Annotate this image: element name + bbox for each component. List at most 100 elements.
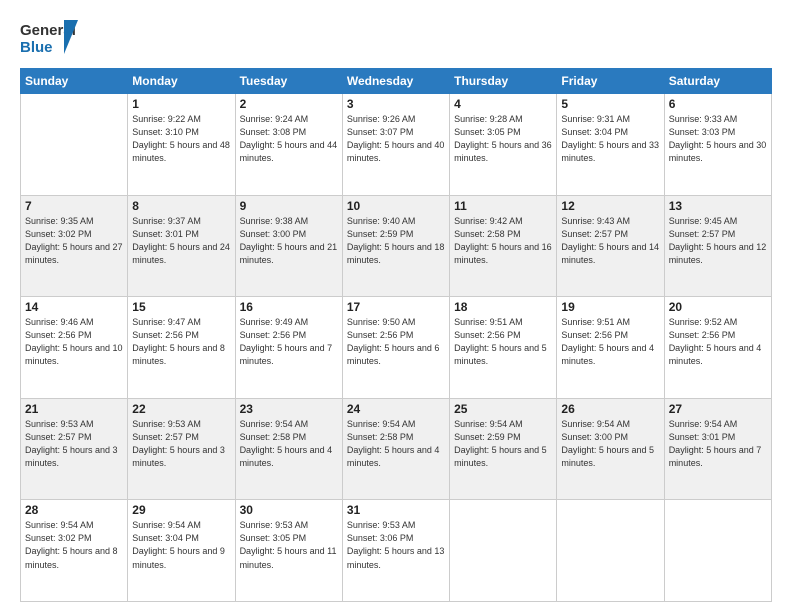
calendar-day-cell: 11 Sunrise: 9:42 AM Sunset: 2:58 PM Dayli… xyxy=(450,195,557,297)
day-info: Sunrise: 9:53 AM Sunset: 3:06 PM Dayligh… xyxy=(347,519,445,571)
calendar-day-cell: 26 Sunrise: 9:54 AM Sunset: 3:00 PM Dayli… xyxy=(557,398,664,500)
calendar-day-cell: 8 Sunrise: 9:37 AM Sunset: 3:01 PM Daylig… xyxy=(128,195,235,297)
calendar-day-cell: 7Sunrise: 9:35 AM Sunset: 3:02 PM Daylig… xyxy=(21,195,128,297)
day-info: Sunrise: 9:40 AM Sunset: 2:59 PM Dayligh… xyxy=(347,215,445,267)
logo-svg: GeneralBlue xyxy=(20,18,85,58)
day-info: Sunrise: 9:42 AM Sunset: 2:58 PM Dayligh… xyxy=(454,215,552,267)
calendar-day-cell: 1 Sunrise: 9:22 AM Sunset: 3:10 PM Daylig… xyxy=(128,94,235,196)
calendar-day-cell: 3 Sunrise: 9:26 AM Sunset: 3:07 PM Daylig… xyxy=(342,94,449,196)
day-number: 3 xyxy=(347,97,445,111)
weekday-header-tuesday: Tuesday xyxy=(235,69,342,94)
calendar-day-cell: 4Sunrise: 9:28 AM Sunset: 3:05 PM Daylig… xyxy=(450,94,557,196)
day-number: 2 xyxy=(240,97,338,111)
calendar-day-cell: 20 Sunrise: 9:52 AM Sunset: 2:56 PM Dayli… xyxy=(664,297,771,399)
day-info: Sunrise: 9:51 AM Sunset: 2:56 PM Dayligh… xyxy=(561,316,659,368)
day-number: 14 xyxy=(25,300,123,314)
day-info: Sunrise: 9:26 AM Sunset: 3:07 PM Dayligh… xyxy=(347,113,445,165)
day-number: 11 xyxy=(454,199,552,213)
calendar-day-cell: 10Sunrise: 9:40 AM Sunset: 2:59 PM Dayli… xyxy=(342,195,449,297)
day-number: 25 xyxy=(454,402,552,416)
calendar-day-cell: 21Sunrise: 9:53 AM Sunset: 2:57 PM Dayli… xyxy=(21,398,128,500)
day-number: 9 xyxy=(240,199,338,213)
day-info: Sunrise: 9:31 AM Sunset: 3:04 PM Dayligh… xyxy=(561,113,659,165)
calendar-day-cell: 19 Sunrise: 9:51 AM Sunset: 2:56 PM Dayli… xyxy=(557,297,664,399)
calendar-day-cell: 15Sunrise: 9:47 AM Sunset: 2:56 PM Dayli… xyxy=(128,297,235,399)
day-number: 30 xyxy=(240,503,338,517)
calendar-day-cell xyxy=(664,500,771,602)
calendar-day-cell: 16 Sunrise: 9:49 AM Sunset: 2:56 PM Dayli… xyxy=(235,297,342,399)
day-info: Sunrise: 9:43 AM Sunset: 2:57 PM Dayligh… xyxy=(561,215,659,267)
svg-text:Blue: Blue xyxy=(20,39,53,56)
day-number: 15 xyxy=(132,300,230,314)
day-number: 4 xyxy=(454,97,552,111)
day-number: 20 xyxy=(669,300,767,314)
day-info: Sunrise: 9:49 AM Sunset: 2:56 PM Dayligh… xyxy=(240,316,338,368)
day-info: Sunrise: 9:35 AM Sunset: 3:02 PM Dayligh… xyxy=(25,215,123,267)
day-info: Sunrise: 9:54 AM Sunset: 3:02 PM Dayligh… xyxy=(25,519,123,571)
calendar-week-row: 1 Sunrise: 9:22 AM Sunset: 3:10 PM Daylig… xyxy=(21,94,772,196)
day-info: Sunrise: 9:46 AM Sunset: 2:56 PM Dayligh… xyxy=(25,316,123,368)
calendar-day-cell: 5 Sunrise: 9:31 AM Sunset: 3:04 PM Daylig… xyxy=(557,94,664,196)
day-info: Sunrise: 9:54 AM Sunset: 3:01 PM Dayligh… xyxy=(669,418,767,470)
calendar-table: SundayMondayTuesdayWednesdayThursdayFrid… xyxy=(20,68,772,602)
calendar-day-cell xyxy=(21,94,128,196)
day-info: Sunrise: 9:51 AM Sunset: 2:56 PM Dayligh… xyxy=(454,316,552,368)
day-info: Sunrise: 9:24 AM Sunset: 3:08 PM Dayligh… xyxy=(240,113,338,165)
day-number: 26 xyxy=(561,402,659,416)
logo: GeneralBlue xyxy=(20,18,85,58)
weekday-header-monday: Monday xyxy=(128,69,235,94)
calendar-week-row: 28Sunrise: 9:54 AM Sunset: 3:02 PM Dayli… xyxy=(21,500,772,602)
calendar-day-cell: 23Sunrise: 9:54 AM Sunset: 2:58 PM Dayli… xyxy=(235,398,342,500)
calendar-day-cell: 24 Sunrise: 9:54 AM Sunset: 2:58 PM Dayli… xyxy=(342,398,449,500)
day-number: 16 xyxy=(240,300,338,314)
day-info: Sunrise: 9:53 AM Sunset: 2:57 PM Dayligh… xyxy=(132,418,230,470)
day-number: 19 xyxy=(561,300,659,314)
day-number: 22 xyxy=(132,402,230,416)
day-number: 24 xyxy=(347,402,445,416)
day-number: 5 xyxy=(561,97,659,111)
day-info: Sunrise: 9:37 AM Sunset: 3:01 PM Dayligh… xyxy=(132,215,230,267)
calendar-day-cell: 12 Sunrise: 9:43 AM Sunset: 2:57 PM Dayli… xyxy=(557,195,664,297)
day-info: Sunrise: 9:54 AM Sunset: 2:59 PM Dayligh… xyxy=(454,418,552,470)
day-number: 13 xyxy=(669,199,767,213)
day-info: Sunrise: 9:53 AM Sunset: 3:05 PM Dayligh… xyxy=(240,519,338,571)
day-info: Sunrise: 9:50 AM Sunset: 2:56 PM Dayligh… xyxy=(347,316,445,368)
calendar-day-cell: 6 Sunrise: 9:33 AM Sunset: 3:03 PM Daylig… xyxy=(664,94,771,196)
day-number: 1 xyxy=(132,97,230,111)
weekday-header-wednesday: Wednesday xyxy=(342,69,449,94)
calendar-day-cell xyxy=(557,500,664,602)
day-info: Sunrise: 9:22 AM Sunset: 3:10 PM Dayligh… xyxy=(132,113,230,165)
calendar-week-row: 14 Sunrise: 9:46 AM Sunset: 2:56 PM Dayli… xyxy=(21,297,772,399)
calendar-day-cell: 2 Sunrise: 9:24 AM Sunset: 3:08 PM Daylig… xyxy=(235,94,342,196)
calendar-week-row: 21 Sunrise: 9:53 AM Sunset: 2:57 PM Dayli… xyxy=(21,398,772,500)
calendar-day-cell: 22 Sunrise: 9:53 AM Sunset: 2:57 PM Dayli… xyxy=(128,398,235,500)
calendar-day-cell: 13Sunrise: 9:45 AM Sunset: 2:57 PM Dayli… xyxy=(664,195,771,297)
day-number: 18 xyxy=(454,300,552,314)
day-number: 17 xyxy=(347,300,445,314)
calendar-day-cell xyxy=(450,500,557,602)
day-info: Sunrise: 9:54 AM Sunset: 2:58 PM Dayligh… xyxy=(347,418,445,470)
weekday-header-friday: Friday xyxy=(557,69,664,94)
day-number: 27 xyxy=(669,402,767,416)
weekday-header-sunday: Sunday xyxy=(21,69,128,94)
calendar-day-cell: 14 Sunrise: 9:46 AM Sunset: 2:56 PM Dayli… xyxy=(21,297,128,399)
calendar-day-cell: 17 Sunrise: 9:50 AM Sunset: 2:56 PM Dayli… xyxy=(342,297,449,399)
day-number: 8 xyxy=(132,199,230,213)
day-number: 6 xyxy=(669,97,767,111)
day-info: Sunrise: 9:38 AM Sunset: 3:00 PM Dayligh… xyxy=(240,215,338,267)
weekday-header-saturday: Saturday xyxy=(664,69,771,94)
day-number: 31 xyxy=(347,503,445,517)
day-info: Sunrise: 9:54 AM Sunset: 3:00 PM Dayligh… xyxy=(561,418,659,470)
calendar-header-row: SundayMondayTuesdayWednesdayThursdayFrid… xyxy=(21,69,772,94)
calendar-day-cell: 18 Sunrise: 9:51 AM Sunset: 2:56 PM Dayli… xyxy=(450,297,557,399)
day-number: 21 xyxy=(25,402,123,416)
calendar-day-cell: 9 Sunrise: 9:38 AM Sunset: 3:00 PM Daylig… xyxy=(235,195,342,297)
calendar-day-cell: 25 Sunrise: 9:54 AM Sunset: 2:59 PM Dayli… xyxy=(450,398,557,500)
page: GeneralBlue SundayMondayTuesdayWednesday… xyxy=(0,0,792,612)
day-info: Sunrise: 9:54 AM Sunset: 3:04 PM Dayligh… xyxy=(132,519,230,571)
day-info: Sunrise: 9:33 AM Sunset: 3:03 PM Dayligh… xyxy=(669,113,767,165)
calendar-day-cell: 28Sunrise: 9:54 AM Sunset: 3:02 PM Dayli… xyxy=(21,500,128,602)
day-number: 12 xyxy=(561,199,659,213)
calendar-day-cell: 30 Sunrise: 9:53 AM Sunset: 3:05 PM Dayli… xyxy=(235,500,342,602)
day-info: Sunrise: 9:52 AM Sunset: 2:56 PM Dayligh… xyxy=(669,316,767,368)
